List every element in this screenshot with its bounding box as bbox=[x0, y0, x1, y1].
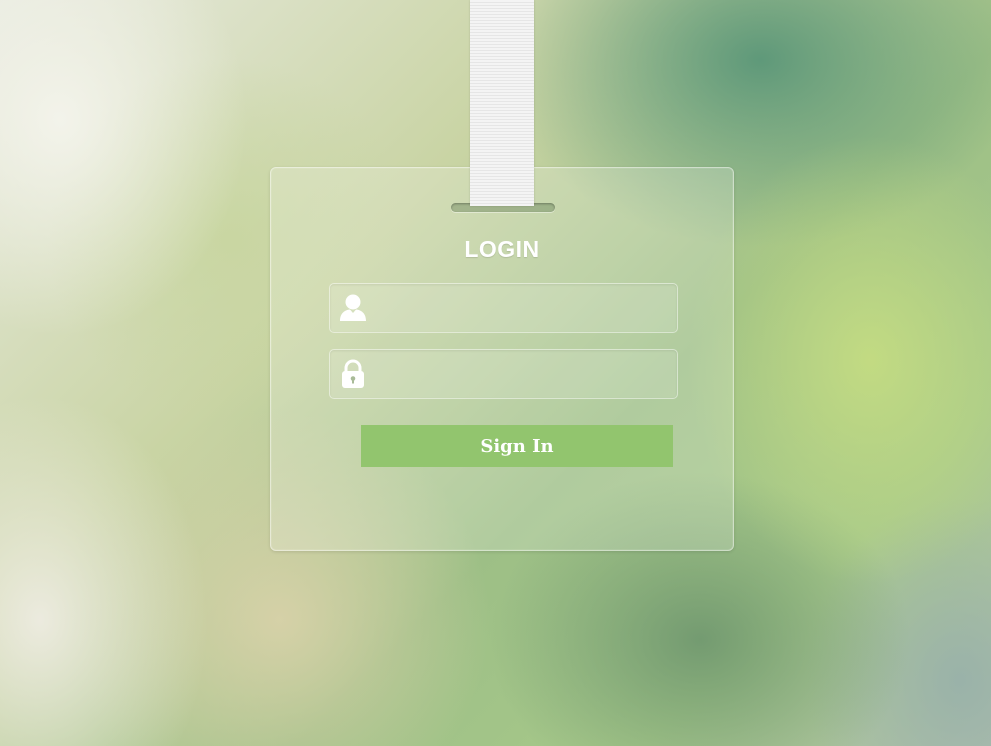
username-input[interactable] bbox=[378, 292, 672, 326]
password-input[interactable] bbox=[378, 358, 672, 392]
login-title: LOGIN bbox=[464, 236, 540, 262]
lock-icon bbox=[338, 359, 368, 389]
password-field[interactable] bbox=[329, 349, 678, 399]
badge-lanyard-strap bbox=[470, 0, 534, 206]
sign-in-button[interactable]: Sign In bbox=[361, 425, 673, 467]
login-card: LOGIN Sign In bbox=[270, 167, 734, 551]
user-icon bbox=[338, 293, 368, 323]
username-field[interactable] bbox=[329, 283, 678, 333]
